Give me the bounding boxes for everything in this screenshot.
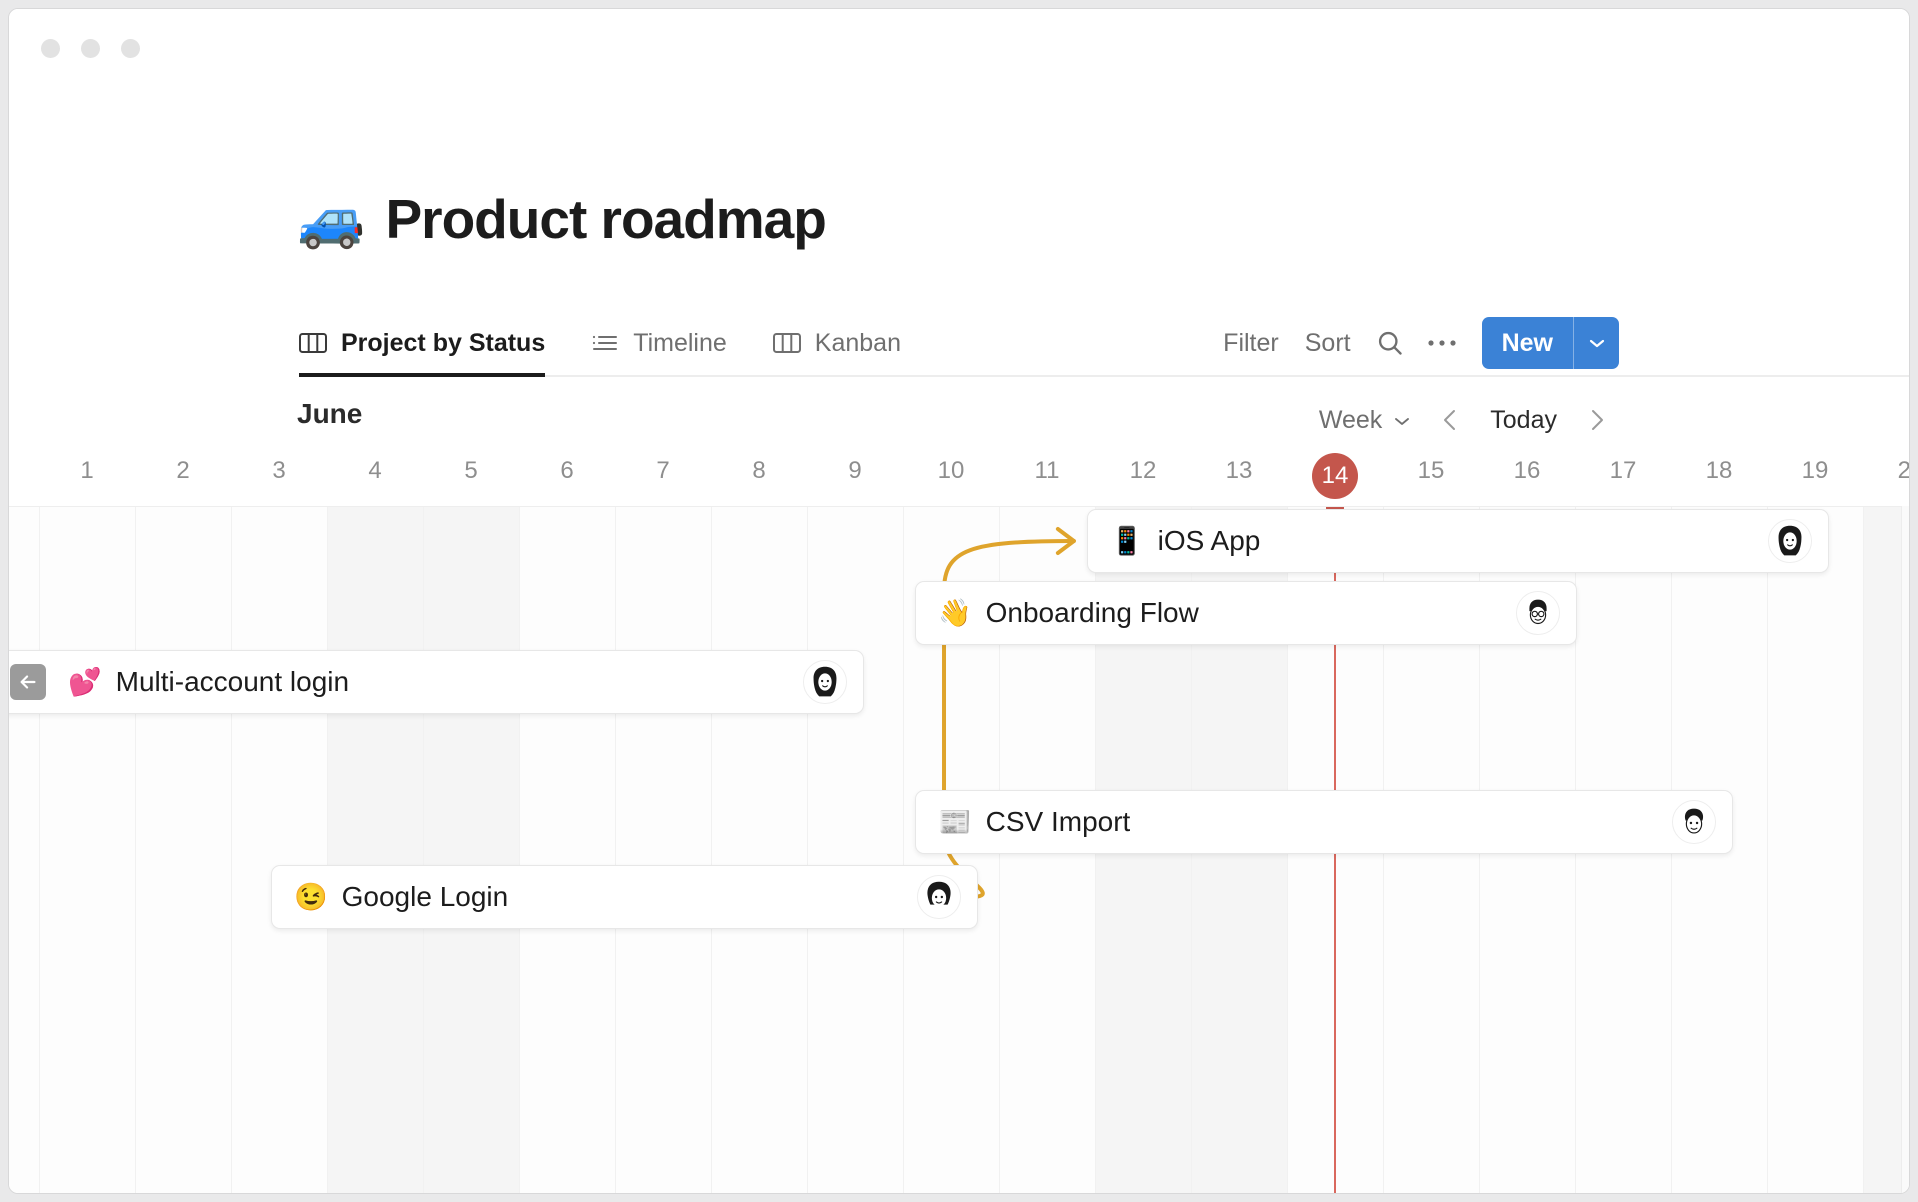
- avatar-short-hair[interactable]: [1672, 800, 1716, 844]
- month-label: June: [297, 398, 362, 430]
- date-tick: 5: [464, 457, 477, 485]
- card-title: Onboarding Flow: [986, 597, 1199, 629]
- card-emoji-icon: 💕: [68, 669, 102, 696]
- page-title: 🚙 Product roadmap: [297, 187, 826, 251]
- date-tick: 18: [1706, 457, 1733, 485]
- board-icon: [773, 331, 801, 355]
- card-title: CSV Import: [986, 806, 1131, 838]
- date-tick: 8: [752, 457, 765, 485]
- vertical-scrollbar[interactable]: [1901, 506, 1909, 1193]
- date-scale: 1234567891011121314151617181920: [9, 457, 1909, 503]
- tab-project-by-status[interactable]: Project by Status: [299, 309, 545, 377]
- grid-line: [807, 507, 808, 1193]
- card-title: Multi-account login: [116, 666, 349, 698]
- avatar-long-dark-hair[interactable]: [803, 660, 847, 704]
- date-tick-today: 14: [1312, 453, 1358, 499]
- new-button[interactable]: New: [1482, 317, 1619, 369]
- grid-line: [615, 507, 616, 1193]
- grid-line: [711, 507, 712, 1193]
- date-tick: 2: [176, 457, 189, 485]
- minimize-dot[interactable]: [81, 39, 100, 58]
- zoom-dot[interactable]: [121, 39, 140, 58]
- grid-line: [327, 507, 328, 1193]
- tab-label: Timeline: [633, 329, 727, 358]
- window-controls: [41, 39, 140, 58]
- date-tick: 10: [938, 457, 965, 485]
- date-tick: 12: [1130, 457, 1157, 485]
- timeline-controls: June Week Today: [9, 394, 1909, 452]
- chevron-down-icon[interactable]: [1573, 317, 1619, 369]
- grid-line: [423, 507, 424, 1193]
- view-tabbar: Project by Status Timeline: [9, 309, 1909, 377]
- date-tick: 3: [272, 457, 285, 485]
- timeline-card[interactable]: 📰 CSV Import: [915, 790, 1733, 854]
- timeline-card[interactable]: 👋 Onboarding Flow: [915, 581, 1577, 645]
- date-tick: 20: [1898, 457, 1910, 485]
- grid-shaded-column: [327, 507, 423, 1193]
- grid-line: [1767, 507, 1768, 1193]
- card-emoji-icon: 📱: [1110, 528, 1144, 555]
- page-title-text: Product roadmap: [385, 187, 825, 251]
- search-icon[interactable]: [1364, 317, 1416, 369]
- filter-button[interactable]: Filter: [1210, 329, 1292, 358]
- zoom-level-label: Week: [1319, 406, 1382, 435]
- close-dot[interactable]: [41, 39, 60, 58]
- date-tick: 11: [1035, 457, 1060, 485]
- card-emoji-icon: 👋: [938, 600, 972, 627]
- app-window: 🚙 Product roadmap Project by Status: [8, 8, 1910, 1194]
- avatar-wavy-hair[interactable]: [917, 875, 961, 919]
- grid-line: [1863, 507, 1864, 1193]
- tab-timeline[interactable]: Timeline: [591, 309, 727, 377]
- window-titlebar: [9, 9, 1909, 89]
- date-tick: 13: [1226, 457, 1253, 485]
- new-button-label: New: [1482, 317, 1573, 369]
- grid-line: [231, 507, 232, 1193]
- date-tick: 9: [848, 457, 861, 485]
- date-tick: 1: [80, 457, 93, 485]
- car-emoji-icon: 🚙: [297, 192, 365, 247]
- card-title: Google Login: [342, 881, 509, 913]
- timeline-card[interactable]: 📱 iOS App: [1087, 509, 1829, 573]
- date-tick: 4: [368, 457, 381, 485]
- card-emoji-icon: 😉: [294, 884, 328, 911]
- arrow-left-icon[interactable]: [10, 664, 46, 700]
- chevron-down-icon: [1392, 406, 1412, 435]
- grid-line: [135, 507, 136, 1193]
- sort-button[interactable]: Sort: [1292, 329, 1364, 358]
- grid-line: [39, 507, 40, 1193]
- view-tabs: Project by Status Timeline: [299, 309, 901, 377]
- avatar-short-hair-glasses[interactable]: [1516, 591, 1560, 635]
- tab-label: Kanban: [815, 329, 901, 358]
- list-icon: [591, 331, 619, 355]
- date-tick: 7: [656, 457, 669, 485]
- timeline-nav: Week Today: [1309, 394, 1619, 446]
- date-tick: 17: [1610, 457, 1637, 485]
- today-button[interactable]: Today: [1478, 406, 1569, 435]
- date-tick: 19: [1802, 457, 1829, 485]
- date-tick: 15: [1418, 457, 1445, 485]
- grid-line: [519, 507, 520, 1193]
- card-emoji-icon: 📰: [938, 809, 972, 836]
- grid-shaded-column: [423, 507, 519, 1193]
- avatar-long-dark-hair[interactable]: [1768, 519, 1812, 563]
- tab-label: Project by Status: [341, 329, 545, 358]
- card-title: iOS App: [1158, 525, 1261, 557]
- timeline-card[interactable]: 😉 Google Login: [271, 865, 978, 929]
- chevron-left-icon[interactable]: [1428, 398, 1472, 442]
- chevron-right-icon[interactable]: [1575, 398, 1619, 442]
- zoom-level-select[interactable]: Week: [1309, 406, 1422, 435]
- ellipsis-icon[interactable]: [1416, 317, 1468, 369]
- header-actions: Filter Sort New: [1210, 309, 1619, 377]
- date-tick: 6: [560, 457, 573, 485]
- date-tick: 16: [1514, 457, 1541, 485]
- board-icon: [299, 331, 327, 355]
- timeline-card[interactable]: 💕 Multi-account login: [8, 650, 864, 714]
- tab-kanban[interactable]: Kanban: [773, 309, 901, 377]
- grid-line: [903, 507, 904, 1193]
